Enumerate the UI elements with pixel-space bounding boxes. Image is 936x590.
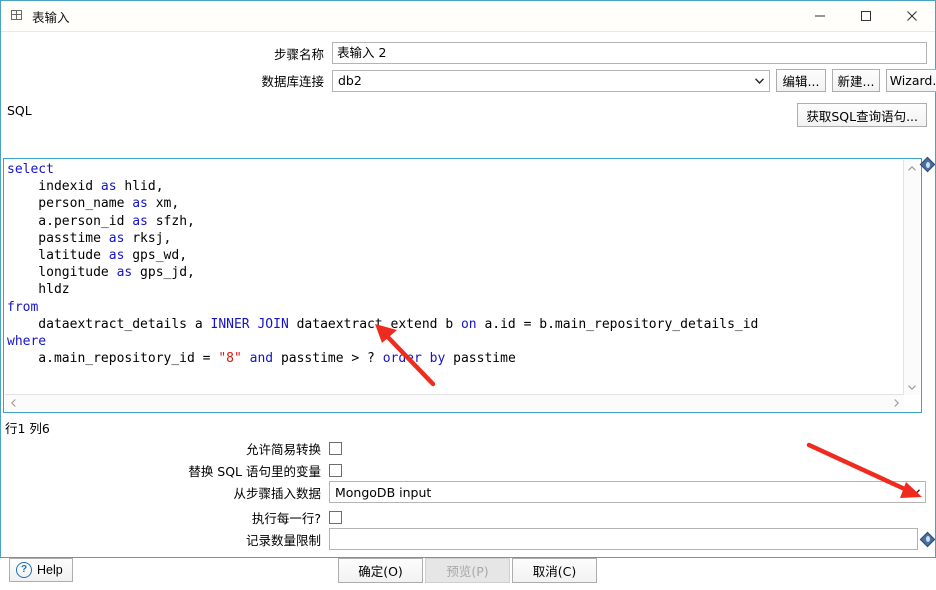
row-limit-label: 记录数量限制 (245, 532, 321, 548)
preview-button[interactable]: 预览(P) (425, 558, 510, 583)
connection-combo[interactable]: db2 (332, 69, 770, 92)
step-name-row: 步骤名称 表输入 2 (254, 42, 927, 64)
scroll-up-icon[interactable] (904, 160, 920, 176)
get-sql-query-button[interactable]: 获取SQL查询语句... (797, 103, 927, 127)
replace-variables-row: 替换 SQL 语句里的变量 (176, 461, 342, 480)
question-mark-icon: ? (16, 562, 32, 578)
chevron-down-icon[interactable] (749, 71, 769, 91)
sql-editor[interactable]: select indexid as hlid, person_name as x… (3, 158, 922, 413)
allow-simple-transform-row: 允许简易转换 (176, 439, 342, 458)
insert-data-from-step-dropdown[interactable]: MongoDB input (329, 481, 926, 503)
table-input-dialog: 表输入 步骤名称 表输入 2 数据库连接 db2 编辑... 新建... Wiz… (0, 0, 936, 583)
close-icon[interactable] (889, 1, 935, 31)
sql-vertical-scrollbar[interactable] (903, 160, 920, 395)
window-controls (797, 1, 935, 31)
cursor-position-status: 行1 列6 (5, 421, 50, 436)
sql-section-label: SQL (7, 103, 32, 118)
new-connection-button[interactable]: 新建... (832, 69, 880, 92)
connection-row: 数据库连接 db2 编辑... 新建... Wizard... (254, 69, 936, 92)
titlebar: 表输入 (1, 1, 935, 32)
replace-variables-label: 替换 SQL 语句里的变量 (188, 464, 321, 479)
replace-variables-checkbox[interactable] (329, 464, 342, 477)
window-title: 表输入 (32, 9, 70, 25)
allow-simple-transform-label: 允许简易转换 (245, 442, 321, 457)
connection-value: db2 (338, 73, 362, 88)
row-limit-variable-diamond-icon[interactable] (921, 533, 934, 546)
step-name-label: 步骤名称 (273, 46, 324, 62)
row-limit-input[interactable] (329, 528, 918, 550)
insert-data-from-step-label: 从步骤插入数据 (233, 485, 321, 501)
execute-each-row-checkbox[interactable] (329, 511, 342, 524)
wizard-button[interactable]: Wizard... (886, 69, 936, 92)
chevron-down-icon[interactable] (905, 482, 925, 502)
sql-editor-text[interactable]: select indexid as hlid, person_name as x… (7, 161, 897, 367)
dialog-body: 步骤名称 表输入 2 数据库连接 db2 编辑... 新建... Wizard.… (1, 32, 936, 583)
table-input-icon (11, 9, 25, 23)
insert-data-from-step-value: MongoDB input (335, 484, 432, 500)
edit-connection-button[interactable]: 编辑... (776, 69, 826, 92)
row-limit-row: 记录数量限制 (176, 528, 934, 550)
execute-each-row-label: 执行每一行? (251, 511, 321, 526)
scroll-left-icon[interactable] (5, 395, 21, 411)
insert-data-from-step-row: 从步骤插入数据 MongoDB input (176, 481, 926, 503)
dialog-footer: ? Help 确定(O) 预览(P) 取消(C) (1, 553, 936, 589)
ok-button[interactable]: 确定(O) (338, 558, 423, 583)
connection-label: 数据库连接 (261, 74, 324, 89)
sql-horizontal-scrollbar[interactable] (5, 394, 904, 411)
step-name-input[interactable]: 表输入 2 (332, 42, 927, 64)
maximize-icon[interactable] (843, 1, 889, 31)
scroll-right-icon[interactable] (888, 395, 904, 411)
sql-variable-diamond-icon[interactable] (921, 158, 934, 171)
allow-simple-transform-checkbox[interactable] (329, 442, 342, 455)
cancel-button[interactable]: 取消(C) (512, 558, 597, 583)
scroll-down-icon[interactable] (904, 379, 920, 395)
help-button-label: Help (37, 563, 63, 577)
minimize-icon[interactable] (797, 1, 843, 31)
help-button[interactable]: ? Help (9, 558, 73, 582)
execute-each-row-row: 执行每一行? (176, 508, 342, 527)
